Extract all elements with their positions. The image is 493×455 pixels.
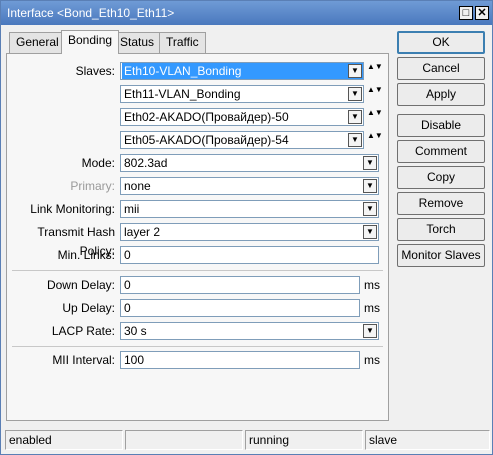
title-bar[interactable]: Interface <Bond_Eth10_Eth11> □ ✕ <box>1 1 492 25</box>
tab-status[interactable]: Status <box>113 32 162 53</box>
chevron-down-icon[interactable]: ▼ <box>348 87 362 101</box>
mii-interval-unit: ms <box>364 353 380 367</box>
up-delay-label: Up Delay: <box>62 301 115 315</box>
reorder-icon[interactable]: ▲▼ <box>367 132 383 148</box>
comment-button[interactable]: Comment <box>397 140 485 163</box>
slave-row-2: Eth11-VLAN_Bonding ▼ ▲▼ <box>7 85 390 104</box>
window-title: Interface <Bond_Eth10_Eth11> <box>7 6 175 20</box>
mii-interval-row: MII Interval: 100 ms <box>7 351 390 370</box>
link-monitoring-select[interactable]: mii <box>120 200 379 218</box>
down-delay-row: Down Delay: 0 ms <box>7 276 390 295</box>
close-icon: ✕ <box>477 7 487 19</box>
min-links-row: Min. Links: 0 <box>7 246 390 265</box>
monitor-slaves-button[interactable]: Monitor Slaves <box>397 244 485 267</box>
primary-row: Primary: none ▼ <box>7 177 390 196</box>
apply-button[interactable]: Apply <box>397 83 485 106</box>
reorder-icon[interactable]: ▲▼ <box>367 86 383 102</box>
bonding-panel: Slaves: Eth10-VLAN_Bonding ▼ ▲▼ Eth11-VL… <box>6 53 389 421</box>
torch-button[interactable]: Torch <box>397 218 485 241</box>
separator <box>12 346 383 347</box>
close-button[interactable]: ✕ <box>475 6 489 20</box>
tab-bonding[interactable]: Bonding <box>61 30 120 54</box>
mii-interval-label: MII Interval: <box>52 353 115 367</box>
chevron-down-icon[interactable]: ▼ <box>348 110 362 124</box>
min-links-label: Min. Links: <box>57 248 115 262</box>
slave-row-4: Eth05-AKADO(Провайдер)-54 ▼ ▲▼ <box>7 131 390 150</box>
status-running: running <box>245 430 363 450</box>
mode-row: Mode: 802.3ad ▼ <box>7 154 390 173</box>
copy-button[interactable]: Copy <box>397 166 485 189</box>
transmit-hash-select[interactable]: layer 2 <box>120 223 379 241</box>
mode-select[interactable]: 802.3ad <box>120 154 379 172</box>
chevron-down-icon[interactable]: ▼ <box>363 225 377 239</box>
ok-button[interactable]: OK <box>397 31 485 54</box>
slave-select-3[interactable]: Eth02-AKADO(Провайдер)-50 <box>120 108 364 126</box>
lacp-rate-select[interactable]: 30 s <box>120 322 379 340</box>
link-monitoring-row: Link Monitoring: mii ▼ <box>7 200 390 219</box>
down-delay-label: Down Delay: <box>46 278 115 292</box>
chevron-down-icon[interactable]: ▼ <box>363 324 377 338</box>
status-slave: slave <box>365 430 490 450</box>
slave-row-3: Eth02-AKADO(Провайдер)-50 ▼ ▲▼ <box>7 108 390 127</box>
chevron-down-icon[interactable]: ▼ <box>348 64 362 78</box>
primary-label: Primary: <box>70 179 115 193</box>
up-delay-row: Up Delay: 0 ms <box>7 299 390 318</box>
restore-button[interactable]: □ <box>459 6 473 20</box>
chevron-down-icon[interactable]: ▼ <box>363 156 377 170</box>
slave-row-1: Slaves: Eth10-VLAN_Bonding ▼ ▲▼ <box>7 62 390 81</box>
remove-button[interactable]: Remove <box>397 192 485 215</box>
lacp-rate-row: LACP Rate: 30 s ▼ <box>7 322 390 341</box>
down-delay-unit: ms <box>364 278 380 292</box>
slave-select-4[interactable]: Eth05-AKADO(Провайдер)-54 <box>120 131 364 149</box>
chevron-down-icon[interactable]: ▼ <box>363 179 377 193</box>
reorder-icon[interactable]: ▲▼ <box>367 109 383 125</box>
chevron-down-icon[interactable]: ▼ <box>348 133 362 147</box>
disable-button[interactable]: Disable <box>397 114 485 137</box>
slave-select-2[interactable]: Eth11-VLAN_Bonding <box>120 85 364 103</box>
up-delay-unit: ms <box>364 301 380 315</box>
up-delay-input[interactable]: 0 <box>120 299 360 317</box>
interface-window: Interface <Bond_Eth10_Eth11> □ ✕ General… <box>0 0 493 455</box>
status-empty <box>125 430 243 450</box>
status-enabled: enabled <box>5 430 123 450</box>
down-delay-input[interactable]: 0 <box>120 276 360 294</box>
status-bar: enabled running slave <box>5 430 490 450</box>
tab-traffic[interactable]: Traffic <box>159 32 206 53</box>
lacp-rate-label: LACP Rate: <box>51 324 115 338</box>
cancel-button[interactable]: Cancel <box>397 57 485 80</box>
mii-interval-input[interactable]: 100 <box>120 351 360 369</box>
primary-select[interactable]: none <box>120 177 379 195</box>
slaves-label: Slaves: <box>75 64 115 78</box>
transmit-hash-row: Transmit Hash Policy: layer 2 ▼ <box>7 223 390 258</box>
chevron-down-icon[interactable]: ▼ <box>363 202 377 216</box>
slave-value-1: Eth10-VLAN_Bonding <box>122 63 363 79</box>
separator <box>12 270 383 271</box>
reorder-icon[interactable]: ▲▼ <box>367 63 383 79</box>
slave-select-1[interactable]: Eth10-VLAN_Bonding <box>120 62 364 80</box>
min-links-input[interactable]: 0 <box>120 246 379 264</box>
tab-general[interactable]: General <box>9 32 66 53</box>
restore-icon: □ <box>462 7 470 19</box>
mode-label: Mode: <box>81 156 115 170</box>
link-monitoring-label: Link Monitoring: <box>30 202 115 216</box>
